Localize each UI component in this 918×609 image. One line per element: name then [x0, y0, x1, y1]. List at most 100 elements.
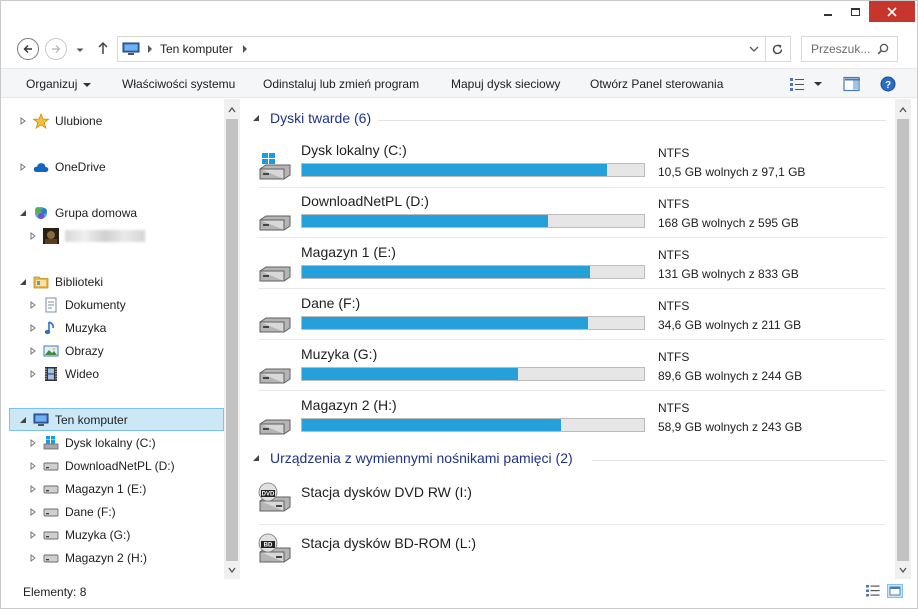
search-icon[interactable]: [877, 43, 889, 55]
nav-item-this-pc[interactable]: Ten komputer: [9, 408, 224, 431]
scroll-thumb[interactable]: [226, 119, 238, 561]
hard-drive-icon: [259, 317, 291, 333]
collapse-arrow-icon[interactable]: [252, 454, 260, 462]
refresh-button[interactable]: [765, 36, 791, 62]
pictures-icon: [43, 345, 59, 357]
drive-item-h[interactable]: Magazyn 2 (H:) NTFS 58,9 GB wolnych z 24…: [258, 396, 886, 444]
content-scrollbar[interactable]: [895, 99, 911, 579]
change-view-icon[interactable]: [789, 76, 805, 92]
nav-item-favorites[interactable]: Ulubione: [19, 110, 102, 132]
expand-arrow-icon[interactable]: [19, 117, 27, 125]
homegroup-icon: [35, 207, 47, 219]
nav-item-drive-h[interactable]: Magazyn 2 (H:): [29, 547, 147, 569]
drive-free-space: 131 GB wolnych z 833 GB: [658, 267, 799, 281]
expand-arrow-icon[interactable]: [29, 324, 37, 332]
nav-item-pictures[interactable]: Obrazy: [29, 340, 104, 362]
drive-usage-bar: [301, 418, 645, 432]
expand-arrow-icon[interactable]: [29, 301, 37, 309]
nav-item-drive-f[interactable]: Dane (F:): [29, 501, 116, 523]
drive-usage-fill: [302, 266, 591, 278]
drive-usage-bar: [301, 214, 645, 228]
hard-drive-icon: [43, 554, 59, 563]
nav-item-video[interactable]: Wideo: [29, 363, 99, 385]
view-options-chevron-icon[interactable]: [813, 81, 823, 87]
nav-item-drive-g[interactable]: Muzyka (G:): [29, 524, 130, 546]
organize-button[interactable]: Organizuj: [26, 77, 92, 91]
map-network-drive-button[interactable]: Mapuj dysk sieciowy: [451, 77, 560, 91]
nav-item-music[interactable]: Muzyka: [29, 317, 106, 339]
group-divider: [378, 120, 886, 121]
collapse-arrow-icon[interactable]: [19, 278, 27, 286]
content-pane: Dyski twarde (6) Dysk lokalny (C:) NTFS …: [244, 99, 895, 579]
expand-arrow-icon[interactable]: [29, 554, 37, 562]
expand-arrow-icon[interactable]: [29, 370, 37, 378]
nav-label: Wideo: [65, 367, 100, 381]
breadcrumb-chevron-icon[interactable]: [241, 44, 249, 54]
details-view-icon[interactable]: [865, 584, 881, 598]
forward-button[interactable]: [45, 38, 67, 60]
expand-arrow-icon[interactable]: [29, 462, 37, 470]
drive-item-bd[interactable]: BD Stacja dysków BD-ROM (L:): [258, 528, 886, 578]
expand-arrow-icon[interactable]: [19, 163, 27, 171]
drive-free-space: 168 GB wolnych z 595 GB: [658, 216, 799, 230]
up-arrow-icon[interactable]: [96, 40, 110, 56]
preview-pane-icon[interactable]: [843, 76, 860, 92]
system-properties-button[interactable]: Właściwości systemu: [122, 77, 235, 91]
drive-item-e[interactable]: Magazyn 1 (E:) NTFS 131 GB wolnych z 833…: [258, 243, 886, 291]
scroll-down-icon[interactable]: [899, 567, 907, 573]
title-bar: [1, 1, 917, 31]
back-button[interactable]: [17, 38, 39, 60]
nav-item-drive-c[interactable]: Dysk lokalny (C:): [29, 432, 156, 454]
minimize-button[interactable]: [814, 1, 842, 22]
drive-item-d[interactable]: DownloadNetPL (D:) NTFS 168 GB wolnych z…: [258, 192, 886, 240]
drive-item-f[interactable]: Dane (F:) NTFS 34,6 GB wolnych z 211 GB: [258, 294, 886, 342]
nav-item-documents[interactable]: Dokumenty: [29, 294, 126, 316]
explorer-window: Ten komputer Przeszuk... Organizuj Właśc…: [0, 0, 918, 609]
close-button[interactable]: [869, 1, 915, 22]
nav-label: Dokumenty: [65, 298, 126, 312]
bd-badge: BD: [264, 543, 273, 549]
address-bar[interactable]: Ten komputer: [117, 36, 766, 62]
music-note-icon: [44, 321, 54, 335]
navigation-scrollbar[interactable]: [224, 99, 240, 579]
drive-item-g[interactable]: Muzyka (G:) NTFS 89,6 GB wolnych z 244 G…: [258, 345, 886, 393]
chevron-down-icon[interactable]: [749, 45, 759, 53]
scroll-up-icon[interactable]: [228, 107, 236, 113]
video-film-icon: [45, 367, 57, 381]
nav-item-homegroup-user[interactable]: [29, 225, 145, 247]
recent-locations-chevron-icon[interactable]: [74, 44, 86, 56]
drive-name: Muzyka (G:): [301, 346, 378, 362]
open-control-panel-button[interactable]: Otwórz Panel sterowania: [590, 77, 723, 91]
search-input[interactable]: Przeszuk...: [801, 36, 898, 62]
nav-item-libraries[interactable]: Biblioteki: [19, 271, 103, 293]
expand-arrow-icon[interactable]: [29, 531, 37, 539]
group-header-hard-drives[interactable]: Dyski twarde (6): [252, 110, 371, 126]
uninstall-program-button[interactable]: Odinstaluj lub zmień program: [263, 77, 419, 91]
collapse-arrow-icon[interactable]: [252, 114, 260, 122]
collapse-arrow-icon[interactable]: [19, 209, 27, 217]
expand-arrow-icon[interactable]: [29, 508, 37, 516]
nav-item-drive-e[interactable]: Magazyn 1 (E:): [29, 478, 146, 500]
nav-item-drive-d[interactable]: DownloadNetPL (D:): [29, 455, 175, 477]
nav-item-homegroup[interactable]: Grupa domowa: [19, 202, 137, 224]
expand-arrow-icon[interactable]: [29, 439, 37, 447]
drive-item-c[interactable]: Dysk lokalny (C:) NTFS 10,5 GB wolnych z…: [258, 141, 886, 189]
large-icons-view-icon[interactable]: [887, 584, 903, 598]
help-icon[interactable]: ?: [880, 76, 896, 92]
breadcrumb-chevron-icon: [148, 45, 152, 53]
collapse-arrow-icon[interactable]: [19, 416, 27, 424]
expand-arrow-icon[interactable]: [29, 485, 37, 493]
scroll-down-icon[interactable]: [228, 567, 236, 573]
row-divider: [258, 339, 886, 340]
drive-usage-fill: [302, 368, 519, 380]
scroll-up-icon[interactable]: [899, 107, 907, 113]
scroll-thumb[interactable]: [897, 119, 909, 561]
group-header-removable[interactable]: Urządzenia z wymiennymi nośnikami pamięc…: [252, 450, 573, 466]
expand-arrow-icon[interactable]: [29, 347, 37, 355]
breadcrumb-this-pc[interactable]: Ten komputer: [160, 42, 233, 56]
expand-arrow-icon[interactable]: [29, 232, 37, 240]
drive-name: Stacja dysków BD-ROM (L:): [301, 535, 477, 551]
nav-item-onedrive[interactable]: OneDrive: [19, 156, 106, 178]
drive-item-dvd[interactable]: DVD Stacja dysków DVD RW (I:): [258, 477, 886, 527]
maximize-button[interactable]: [842, 1, 869, 22]
